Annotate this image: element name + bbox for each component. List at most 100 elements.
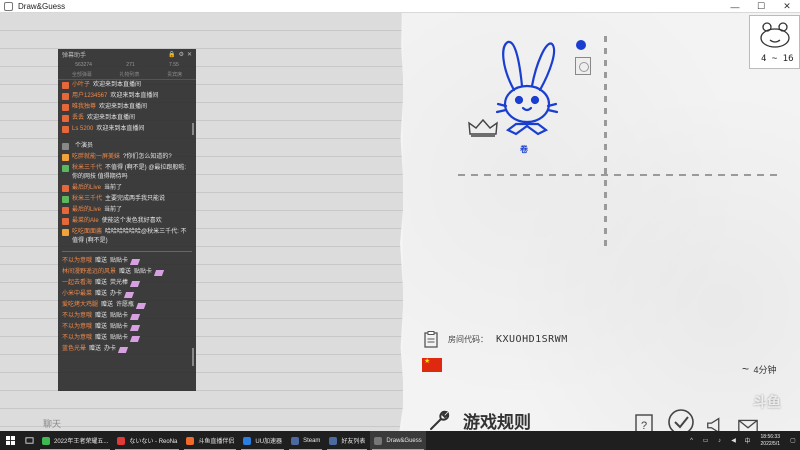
gift-scrollbar[interactable] — [192, 348, 194, 366]
gift-row: 爱吃烤大鸡腿 赠送 许愿瓶 — [58, 300, 196, 311]
gift-list: 不以为意哦 赠送 贴贴卡 林间漫野遥远的风景 赠送 贴贴卡 一起去看海 赠送 荧光棒 小米中最菜赠… — [58, 256, 196, 355]
task-view-icon[interactable] — [20, 431, 38, 450]
chat-username[interactable]: 吃胖就能一屏美妹 — [72, 154, 120, 160]
overlay-scrollbar[interactable] — [192, 123, 194, 135]
gift-icon — [117, 346, 129, 353]
welcome-username[interactable]: 唯我独尊 — [72, 103, 96, 112]
gift-icon — [123, 291, 135, 298]
gift-icon — [129, 335, 141, 342]
network-icon[interactable]: ▭ — [701, 436, 711, 446]
clipboard-icon[interactable] — [424, 331, 438, 348]
close-icon[interactable]: ✕ — [187, 51, 192, 58]
close-button[interactable]: ✕ — [774, 0, 800, 13]
welcome-username[interactable]: 用户1234567 — [72, 92, 107, 101]
taskbar-app-label: ないない - ReoNa — [129, 439, 178, 445]
gift-username[interactable]: 爱吃烤大鸡腿 — [62, 301, 98, 310]
china-flag-icon — [422, 357, 442, 372]
gift-username[interactable]: 不以为意哦 — [62, 334, 92, 343]
volume-icon[interactable]: ◀ — [729, 436, 739, 446]
level-badge-icon — [62, 185, 69, 192]
welcome-username[interactable]: Ls 5200 — [72, 125, 93, 134]
gift-username[interactable]: 不以为意哦 — [62, 257, 92, 266]
level-badge-icon — [62, 82, 69, 89]
taskbar-app-button[interactable]: ないない - ReoNa — [113, 431, 181, 450]
chat-username[interactable]: 最菜的Ale — [72, 218, 99, 224]
gift-username[interactable]: 小米中最菜 — [62, 290, 92, 299]
level-badge-icon — [62, 115, 69, 122]
level-badge-icon — [62, 229, 69, 236]
gift-action: 赠送 — [95, 335, 108, 341]
tab-gifts[interactable]: 礼物列表 — [119, 71, 139, 78]
gift-action: 赠送 — [119, 269, 132, 275]
notification-icon[interactable]: ▢ — [788, 436, 798, 446]
gift-row: 一起去看海 赠送 荧光棒 — [58, 278, 196, 289]
window-titlebar: Draw&Guess — ☐ ✕ — [0, 0, 800, 13]
gift-username[interactable]: 林间漫野遥远的风景 — [62, 268, 116, 277]
welcome-message: 欢迎来到本直播间 — [99, 104, 148, 110]
stat-popularity: 563274 — [75, 62, 92, 68]
gift-username[interactable]: 蓝色光晕 — [62, 345, 86, 354]
clock-time: 18:56:33 — [760, 433, 780, 440]
chat-row: 吃胖就能一屏美妹 ?你们怎么知道的? — [58, 152, 196, 163]
welcome-username[interactable]: 小叶子 — [72, 81, 90, 90]
chat-username[interactable]: 秋米三千代 — [72, 165, 102, 171]
bunny-avatar-drawing — [495, 40, 559, 136]
room-code-row: 房间代码： KXUOHD1SRWM — [424, 331, 568, 348]
welcome-message: 欢迎来到本直播间 — [110, 93, 159, 99]
maximize-button[interactable]: ☐ — [748, 0, 774, 13]
gift-action: 赠送 — [95, 291, 108, 297]
clock-date: 2022/5/1 — [760, 440, 780, 447]
taskbar-app-button[interactable]: Draw&Guess — [370, 431, 426, 450]
chat-message: ?你们怎么知道的? — [123, 154, 172, 160]
gift-icon — [129, 280, 141, 287]
taskbar-app-button[interactable]: UU加速器 — [239, 431, 286, 450]
game-rules-button[interactable]: 游戏规则 — [427, 408, 531, 433]
app-icon — [117, 436, 126, 445]
gift-username[interactable]: 一起去看海 — [62, 279, 92, 288]
player-name: 卷 — [520, 145, 528, 154]
app-icon — [329, 436, 338, 445]
dashed-divider-horizontal — [458, 174, 778, 176]
minimize-button[interactable]: — — [722, 0, 748, 13]
taskbar-app-button[interactable]: 斗鱼直播伴侣 — [182, 431, 238, 450]
tab-vip[interactable]: 贵宾席 — [167, 71, 182, 78]
round-counter: 4 ~ 16 — [761, 54, 794, 64]
gift-username[interactable]: 不以为意哦 — [62, 312, 92, 321]
welcome-row: 小叶子 欢迎来到本直播间 — [58, 80, 196, 91]
chat-tab[interactable]: 聊天 — [43, 417, 61, 430]
gift-item-name: 荧光棒 — [110, 280, 129, 286]
gift-row: 小米中最菜 赠送 办卡 — [58, 289, 196, 300]
gift-row: 林间漫野遥远的风景 赠送 贴贴卡 — [58, 267, 196, 278]
welcome-message: 欢迎来到本直播间 — [93, 82, 142, 88]
gift-action: 赠送 — [101, 302, 114, 308]
gift-action: 赠送 — [95, 258, 108, 264]
chat-username[interactable]: 最后的Live — [72, 207, 101, 213]
chat-username[interactable]: 最后的Live — [72, 185, 101, 191]
crown-icon — [468, 118, 498, 137]
game-rules-label: 游戏规则 — [463, 413, 531, 432]
picture-frame-icon[interactable] — [575, 57, 591, 75]
chat-message: 主要完成两手我只能说 — [105, 196, 166, 202]
microphone-icon[interactable]: ♪ — [715, 436, 725, 446]
tab-all[interactable]: 全部弹幕 — [72, 71, 92, 78]
room-code-value[interactable]: KXUOHD1SRWM — [496, 334, 568, 345]
timer-value: 4分钟 — [753, 365, 777, 375]
chat-row: 最菜的Ale 使能这个发色我好喜欢 — [58, 216, 196, 227]
input-language[interactable]: 中 — [743, 436, 753, 446]
chat-row: 最后的Live 当前了 — [58, 205, 196, 216]
taskbar-app-button[interactable]: 2022年王者荣耀五... — [38, 431, 112, 450]
taskbar-app-label: UU加速器 — [255, 439, 283, 445]
gear-icon[interactable]: ⚙ — [179, 51, 184, 58]
chat-username[interactable]: 吃吃面面酱 — [72, 229, 102, 235]
taskbar-app-button[interactable]: Steam — [287, 431, 324, 450]
overlay-tabs: 全部弹幕 礼物列表 贵宾席 — [58, 70, 196, 80]
welcome-username[interactable]: 丢丢 — [72, 114, 84, 123]
taskbar-app-button[interactable]: 好友列表 — [325, 431, 369, 450]
gift-row: 不以为意哦 赠送 贴贴卡 — [58, 322, 196, 333]
gift-username[interactable]: 不以为意哦 — [62, 323, 92, 332]
lock-icon[interactable]: 🔒 — [168, 51, 175, 58]
chat-username[interactable]: 秋米三千代 — [72, 196, 102, 202]
windows-start-icon[interactable] — [0, 431, 20, 450]
system-clock[interactable]: 18:56:33 2022/5/1 — [761, 434, 780, 448]
chevron-up-icon[interactable]: ^ — [687, 436, 697, 446]
